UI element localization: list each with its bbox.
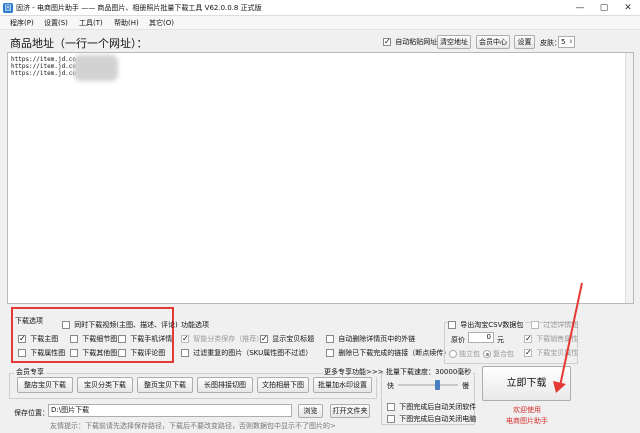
annotation-arrow-icon <box>553 282 583 393</box>
